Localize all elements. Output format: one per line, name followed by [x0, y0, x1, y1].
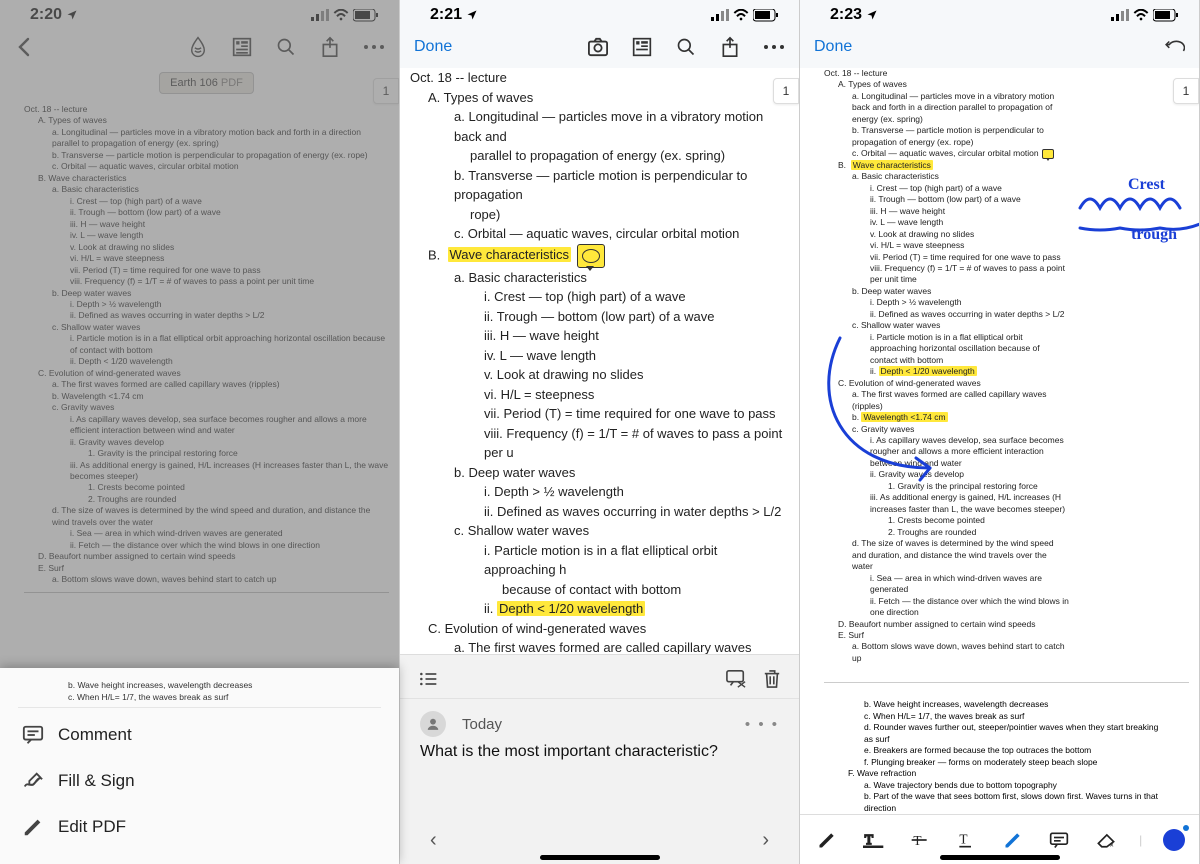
toolbar-left — [0, 26, 399, 68]
status-bar: 2:21 — [400, 0, 799, 26]
battery-icon — [353, 9, 379, 22]
share-icon[interactable] — [719, 36, 741, 58]
eraser-tool-icon[interactable]: × — [1093, 827, 1119, 853]
pencil-tool-icon[interactable] — [814, 827, 840, 853]
status-time: 2:20 — [30, 6, 62, 24]
underline-text-icon[interactable]: T — [953, 827, 979, 853]
highlight-text-icon[interactable]: T — [861, 827, 887, 853]
strike-text-icon[interactable]: T — [907, 827, 933, 853]
svg-text:T: T — [864, 832, 873, 847]
document-page-draw[interactable]: 1 Crest trough Oct. 18 -- lecture A. Typ… — [800, 68, 1199, 814]
camera-icon[interactable] — [587, 36, 609, 58]
liquid-icon[interactable] — [187, 36, 209, 58]
sticky-note-icon[interactable] — [577, 244, 605, 268]
view-mode-icon[interactable] — [231, 36, 253, 58]
color-picker-button[interactable] — [1163, 829, 1185, 851]
wifi-icon — [733, 9, 749, 21]
sticky-note-icon[interactable] — [1042, 149, 1054, 159]
document-title-badge: Earth 106 PDF — [159, 72, 254, 94]
comment-pane: Today • • • What is the most important c… — [400, 654, 799, 864]
search-icon[interactable] — [275, 36, 297, 58]
home-indicator[interactable] — [940, 855, 1060, 860]
signal-icon — [311, 9, 329, 21]
toolbar-center: Done — [400, 26, 799, 68]
list-icon[interactable] — [418, 670, 438, 691]
page-number-tab[interactable]: 1 — [773, 78, 799, 104]
action-sheet: b. Wave height increases, wavelength dec… — [0, 668, 399, 864]
view-mode-icon[interactable] — [631, 36, 653, 58]
search-icon[interactable] — [675, 36, 697, 58]
screenshot-center: 2:21 Done 1 Oct. 18 -- lecture A. Types … — [400, 0, 800, 864]
comment-nav: ‹ › — [400, 819, 799, 858]
wifi-icon — [1133, 9, 1149, 21]
highlight-wave-characteristics[interactable]: Wave characteristics — [448, 247, 571, 262]
notes-outline: Oct. 18 -- lecture A. Types of waves a. … — [24, 104, 389, 586]
status-bar: 2:23 — [800, 0, 1199, 26]
screenshot-right: 2:23 Done 1 Crest trough Oc — [800, 0, 1200, 864]
signal-icon — [711, 9, 729, 21]
comment-action[interactable]: Comment — [18, 712, 381, 758]
done-button[interactable]: Done — [414, 38, 452, 56]
more-icon[interactable] — [363, 36, 385, 58]
battery-icon — [753, 9, 779, 22]
ink-label-trough: trough — [1131, 226, 1177, 244]
battery-icon — [1153, 9, 1179, 22]
location-icon — [466, 9, 478, 21]
notes-outline-draw: Oct. 18 -- lecture A. Types of waves a. … — [824, 68, 1189, 664]
fill-sign-icon — [22, 770, 44, 792]
avatar — [420, 711, 446, 737]
fill-sign-label: Fill & Sign — [58, 771, 135, 791]
home-indicator[interactable] — [540, 855, 660, 860]
svg-text:×: × — [1109, 840, 1113, 848]
notes-outline-zoom: Oct. 18 -- lecture A. Types of waves a. … — [410, 68, 789, 654]
more-icon[interactable] — [763, 36, 785, 58]
comment-date: Today — [462, 716, 502, 733]
status-time: 2:21 — [430, 6, 462, 24]
peek-lines: b. Wave height increases, wavelength dec… — [18, 676, 381, 708]
svg-text:T: T — [960, 831, 968, 846]
trash-icon[interactable] — [763, 669, 781, 692]
signal-icon — [1111, 9, 1129, 21]
location-icon — [66, 9, 78, 21]
comment-label: Comment — [58, 725, 132, 745]
screenshot-left: 2:20 Earth 106 — [0, 0, 400, 864]
comment-body[interactable]: Today • • • What is the most important c… — [400, 699, 799, 819]
note-tool-icon[interactable] — [1046, 827, 1072, 853]
wifi-icon — [333, 9, 349, 21]
edit-pdf-label: Edit PDF — [58, 817, 126, 837]
status-time: 2:23 — [830, 6, 862, 24]
undo-icon[interactable] — [1163, 36, 1185, 58]
highlight-depth[interactable]: Depth < 1/20 wavelength — [497, 601, 645, 616]
status-bar: 2:20 — [0, 0, 399, 26]
toolbar-right: Done — [800, 26, 1199, 68]
comment-menu-icon[interactable]: • • • — [745, 716, 779, 733]
highlight-wavelength[interactable]: Wavelength <1.74 cm — [861, 412, 947, 422]
reply-icon[interactable] — [725, 669, 747, 692]
prev-comment-button[interactable]: ‹ — [430, 829, 437, 852]
back-button[interactable] — [14, 36, 36, 58]
document-page[interactable]: Earth 106 PDF 1 Oct. 18 -- lecture A. Ty… — [0, 68, 399, 668]
next-comment-button[interactable]: › — [762, 829, 769, 852]
next-page-preview: b. Wave height increases, wavelength dec… — [824, 682, 1189, 814]
edit-pdf-action[interactable]: Edit PDF — [18, 804, 381, 850]
edit-pdf-icon — [22, 816, 44, 838]
document-page-zoom[interactable]: 1 Oct. 18 -- lecture A. Types of waves a… — [400, 68, 799, 654]
highlight-wave-characteristics[interactable]: Wave characteristics — [851, 160, 933, 170]
page-number-tab[interactable]: 1 — [1173, 78, 1199, 104]
page-number-tab[interactable]: 1 — [373, 78, 399, 104]
freehand-draw-icon[interactable] — [1000, 827, 1026, 853]
fill-sign-action[interactable]: Fill & Sign — [18, 758, 381, 804]
share-icon[interactable] — [319, 36, 341, 58]
location-icon — [866, 9, 878, 21]
comment-icon — [22, 724, 44, 746]
ink-label-crest: Crest — [1128, 176, 1165, 194]
highlight-depth[interactable]: Depth < 1/20 wavelength — [879, 366, 977, 376]
comment-text: What is the most important characteristi… — [420, 743, 779, 761]
done-button[interactable]: Done — [814, 38, 852, 56]
